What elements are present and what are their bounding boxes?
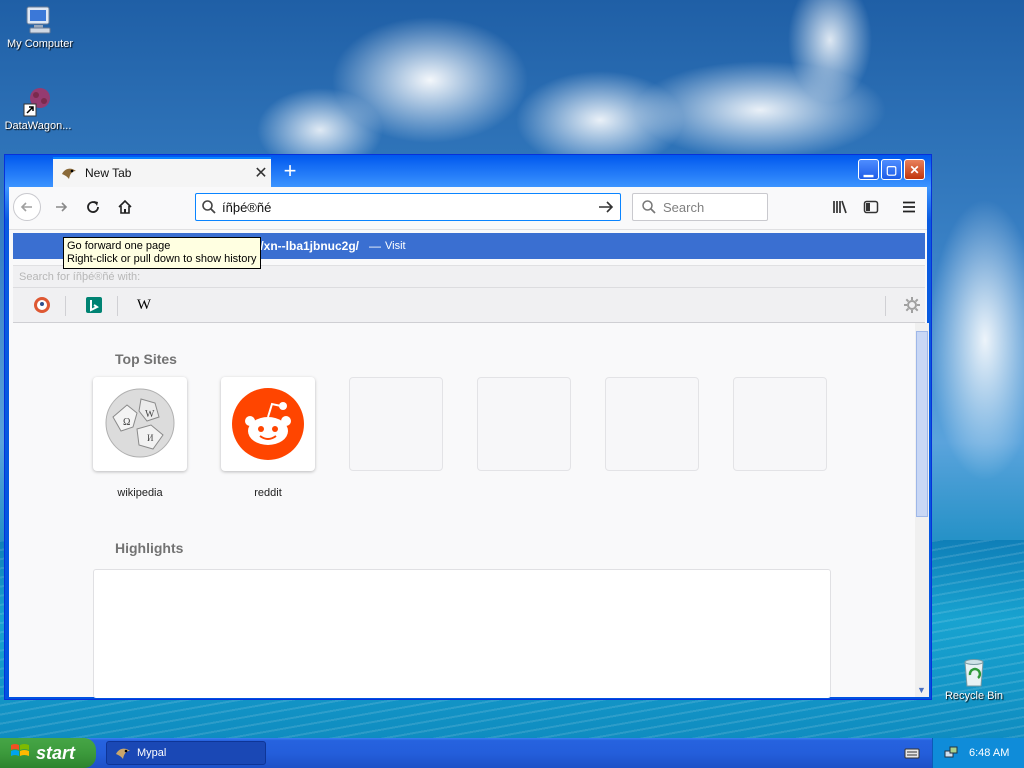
hamburger-menu-icon [903, 201, 915, 213]
scrollbar-thumb[interactable] [916, 331, 928, 517]
url-bar[interactable]: íñþé®ñé [195, 193, 621, 221]
network-icon[interactable] [943, 745, 959, 761]
bing-engine-button[interactable] [83, 294, 105, 316]
go-arrow-icon[interactable] [592, 199, 620, 215]
search-bar[interactable]: Search [632, 193, 768, 221]
mypal-icon [61, 165, 77, 181]
start-button[interactable]: start [0, 738, 96, 768]
computer-icon [24, 4, 56, 36]
forward-tooltip: Go forward one page Right-click or pull … [63, 237, 261, 269]
search-engine-row: W [13, 287, 925, 323]
search-icon [641, 199, 657, 215]
back-button[interactable] [13, 193, 41, 221]
engine-divider [885, 296, 886, 316]
new-tab-button[interactable]: + [277, 159, 303, 185]
suggestion-separator: — [369, 239, 381, 253]
duckduckgo-engine-button[interactable] [31, 294, 53, 316]
close-window-button[interactable]: ✕ [904, 159, 925, 180]
start-label: start [36, 742, 76, 763]
desktop-icon-recycle-bin[interactable]: Recycle Bin [934, 656, 1014, 702]
mypal-icon [115, 745, 131, 761]
tooltip-line: Go forward one page [67, 240, 171, 252]
scroll-down-arrow-icon[interactable]: ▼ [917, 685, 926, 695]
windows-flag-icon [10, 742, 30, 765]
reload-button[interactable] [79, 193, 107, 221]
close-tab-icon[interactable]: ✕ [251, 163, 271, 183]
search-with-label: Search for íñþé®ñé with: [19, 271, 141, 283]
engine-divider [117, 296, 118, 316]
bing-icon [86, 297, 102, 313]
library-button[interactable] [829, 195, 853, 219]
minimize-button[interactable]: ▁ [858, 159, 879, 180]
wikipedia-w-icon: W [136, 296, 152, 313]
reload-icon [87, 201, 99, 213]
tab-title: New Tab [85, 166, 132, 180]
page-scrollbar[interactable]: ▼ [915, 323, 929, 697]
search-icon [196, 199, 222, 215]
desktop-icon-my-computer[interactable]: My Computer [0, 4, 80, 50]
datawagon-icon [22, 86, 54, 118]
desktop-icon-label: Recycle Bin [944, 690, 1004, 702]
window-controls: ▁ ▢ ✕ [858, 159, 925, 180]
browser-viewport: íñþé®ñé Search //xn--lba1jbnuc2g/ — Visi… [9, 187, 929, 697]
home-button[interactable] [111, 193, 139, 221]
wikipedia-engine-button[interactable]: W [133, 294, 155, 316]
home-icon [118, 199, 132, 214]
gear-icon [904, 297, 920, 313]
forward-arrow-icon [56, 202, 68, 212]
taskbar-item-label: Mypal [137, 747, 167, 759]
forward-button[interactable] [47, 193, 75, 221]
navigation-toolbar: íñþé®ñé Search [9, 187, 927, 230]
maximize-button[interactable]: ▢ [881, 159, 902, 180]
back-arrow-icon [20, 202, 32, 212]
sidebar-button[interactable] [859, 195, 883, 219]
menu-button[interactable] [897, 195, 921, 219]
duckduckgo-icon [34, 297, 50, 313]
recycle-bin-icon [958, 656, 990, 688]
engine-divider [65, 296, 66, 316]
tab-bar: New Tab ✕ + ▁ ▢ ✕ [9, 157, 927, 187]
tab-new-tab[interactable]: New Tab ✕ [53, 157, 271, 187]
keyboard-icon[interactable] [904, 746, 920, 763]
sidebar-icon [863, 200, 879, 214]
search-settings-button[interactable] [901, 294, 923, 316]
search-input[interactable]: Search [663, 200, 704, 215]
suggestion-visit: Visit [385, 240, 406, 252]
system-tray: 6:48 AM [932, 738, 1024, 768]
library-icon [833, 200, 847, 214]
suggestion-url: //xn--lba1jbnuc2g/ [257, 239, 360, 253]
taskbar-item-mypal[interactable]: Mypal [106, 741, 266, 765]
clock[interactable]: 6:48 AM [969, 747, 1009, 759]
tooltip-line: Right-click or pull down to show history [67, 253, 257, 265]
taskbar: start Mypal 6:48 AM [0, 738, 1024, 768]
desktop-icon-datawagon[interactable]: DataWagon... [0, 86, 78, 132]
desktop-icon-label: DataWagon... [4, 120, 72, 132]
browser-window: New Tab ✕ + ▁ ▢ ✕ íñþé®ñé Search //xn--l… [4, 154, 932, 700]
url-input[interactable]: íñþé®ñé [222, 200, 592, 215]
desktop-icon-label: My Computer [6, 38, 74, 50]
